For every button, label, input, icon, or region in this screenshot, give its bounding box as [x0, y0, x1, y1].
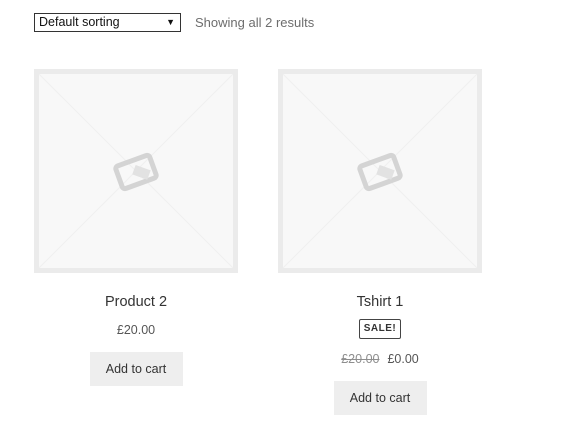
sort-select-value: Default sorting	[39, 15, 120, 29]
product-title[interactable]: Tshirt 1	[278, 294, 482, 310]
shop-page: Default sorting ▼ Showing all 2 results …	[0, 0, 569, 430]
regular-price: £20.00	[341, 352, 380, 366]
add-to-cart-button[interactable]: Add to cart	[89, 352, 183, 386]
product-card: Tshirt 1 SALE! £20.00 £0.00 Add to cart	[278, 69, 482, 415]
sale-badge: SALE!	[359, 319, 401, 339]
placeholder-image-icon	[283, 74, 477, 268]
product-price: £20.00	[34, 323, 238, 337]
price-amount: £20.00	[116, 323, 156, 337]
product-card: Product 2 £20.00 Add to cart	[34, 69, 238, 386]
chevron-down-icon: ▼	[166, 17, 175, 27]
sale-price: £0.00	[387, 352, 419, 366]
add-to-cart-button[interactable]: Add to cart	[333, 381, 427, 415]
sort-select[interactable]: Default sorting ▼	[34, 13, 181, 32]
product-price: £20.00 £0.00	[278, 352, 482, 366]
product-image-link[interactable]	[34, 69, 238, 273]
placeholder-image-icon	[39, 74, 233, 268]
result-count: Showing all 2 results	[195, 15, 315, 30]
product-image-link[interactable]	[278, 69, 482, 273]
product-title[interactable]: Product 2	[34, 294, 238, 310]
